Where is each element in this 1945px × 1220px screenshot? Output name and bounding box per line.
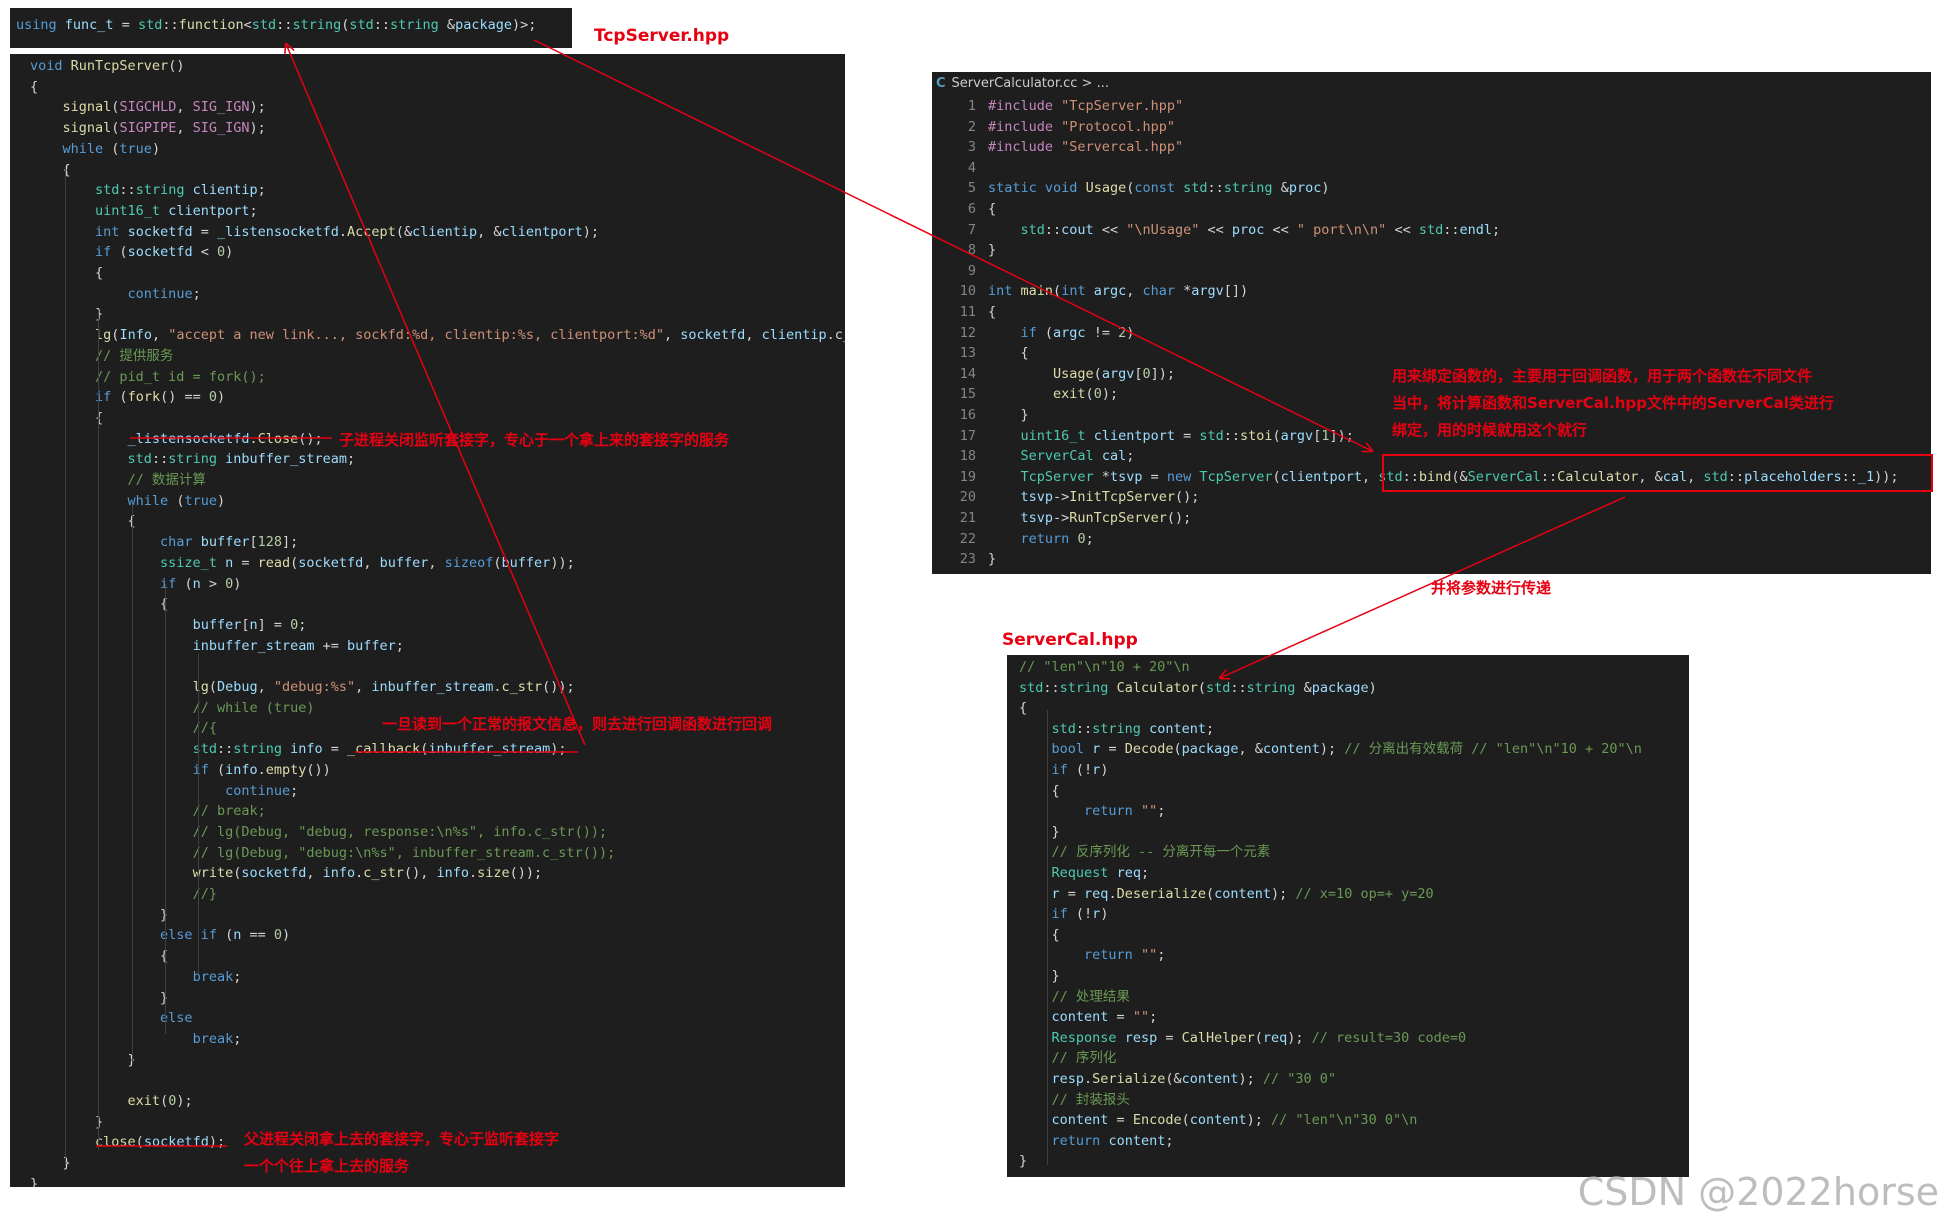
functypedef-to-bind-arrow <box>533 39 1372 451</box>
csdn-watermark: CSDN @2022horse <box>1577 1170 1939 1214</box>
bind-highlight-box <box>1382 454 1933 492</box>
bind-to-calculator-arrow <box>1220 496 1626 678</box>
annotation-overlay <box>96 39 1933 1147</box>
callback-to-functypedef-arrow <box>286 44 586 746</box>
